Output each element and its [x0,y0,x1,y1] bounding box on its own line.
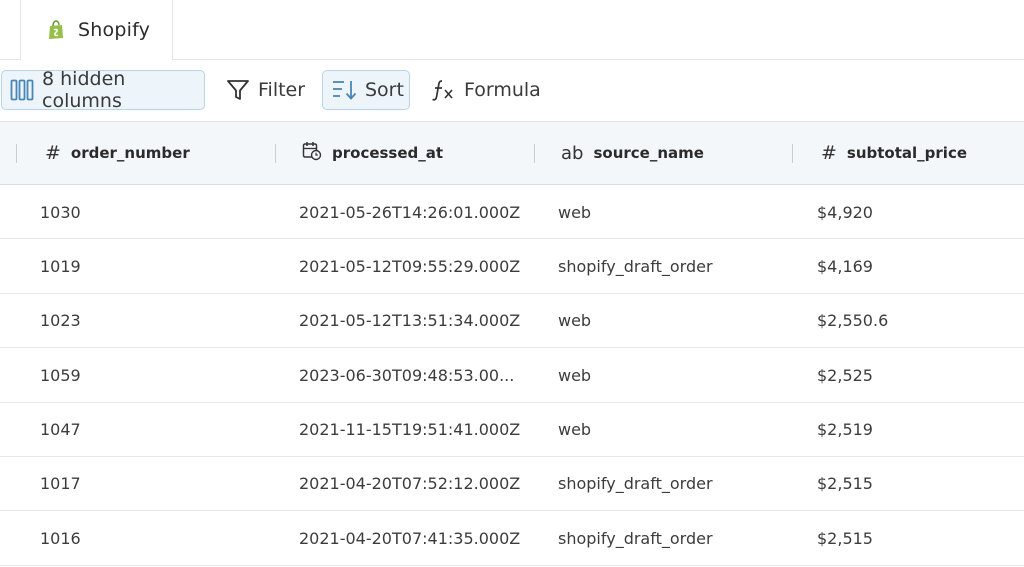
cell-order-number[interactable]: 1030 [40,185,81,239]
cell-processed-at[interactable]: 2023-06-30T09:48:53.00... [299,348,514,402]
table-row[interactable]: 1047 2021-11-15T19:51:41.000Z web $2,519 [0,403,1024,457]
hidden-columns-button[interactable]: 8 hidden columns [1,68,205,112]
filter-icon [226,78,250,102]
data-grid: # order_number processed_at ab source_na… [0,121,1024,566]
cell-source-name[interactable]: web [558,348,591,402]
cell-subtotal-price[interactable]: $2,525 [817,348,873,402]
table-row[interactable]: 1023 2021-05-12T13:51:34.000Z web $2,550… [0,294,1024,349]
table-row[interactable]: 1017 2021-04-20T07:52:12.000Z shopify_dr… [0,457,1024,512]
shopify-bag-icon [47,20,65,40]
table-row[interactable]: 1019 2021-05-12T09:55:29.000Z shopify_dr… [0,239,1024,294]
cell-order-number[interactable]: 1047 [40,403,81,457]
column-header-order-number[interactable]: # order_number [45,122,190,184]
column-header-processed-at[interactable]: processed_at [302,122,443,184]
columns-icon [10,79,34,101]
cell-order-number[interactable]: 1023 [40,294,81,348]
cell-order-number[interactable]: 1016 [40,511,81,565]
column-divider[interactable] [275,144,276,163]
cell-order-number[interactable]: 1059 [40,348,81,402]
table-row[interactable]: 1030 2021-05-26T14:26:01.000Z web $4,920 [0,185,1024,240]
sort-button[interactable]: Sort [322,70,410,110]
cell-subtotal-price[interactable]: $2,515 [817,457,873,511]
cell-subtotal-price[interactable]: $2,550.6 [817,294,888,348]
cell-processed-at[interactable]: 2021-11-15T19:51:41.000Z [299,403,520,457]
number-type-icon: # [45,142,61,164]
cell-source-name[interactable]: web [558,185,591,239]
column-header-label: subtotal_price [846,144,968,162]
cell-subtotal-price[interactable]: $2,515 [817,511,873,565]
number-type-icon: # [821,142,837,164]
cell-processed-at[interactable]: 2021-04-20T07:41:35.000Z [299,511,520,565]
column-header-label: processed_at [332,144,444,162]
cell-subtotal-price[interactable]: $4,169 [817,239,873,293]
filter-button[interactable]: Filter [217,70,314,110]
column-header-label: source_name [593,144,704,162]
tab-label: Shopify [78,19,151,41]
hidden-columns-label: 8 hidden columns [42,68,126,112]
column-divider[interactable] [16,144,17,163]
cell-order-number[interactable]: 1017 [40,457,81,511]
function-icon [430,78,456,102]
cell-processed-at[interactable]: 2021-05-12T09:55:29.000Z [299,239,520,293]
tab-bar: Shopify [0,0,1024,61]
grid-body: 1030 2021-05-26T14:26:01.000Z web $4,920… [0,185,1024,566]
cell-source-name[interactable]: shopify_draft_order [558,457,713,511]
cell-source-name[interactable]: shopify_draft_order [558,239,713,293]
column-header-source-name[interactable]: ab source_name [561,122,704,184]
cell-source-name[interactable]: web [558,403,591,457]
formula-label: Formula [464,79,541,101]
table-row[interactable]: 1059 2023-06-30T09:48:53.00... web $2,52… [0,348,1024,403]
cell-source-name[interactable]: shopify_draft_order [558,511,713,565]
cell-subtotal-price[interactable]: $4,920 [817,185,873,239]
grid-header: # order_number processed_at ab source_na… [0,121,1024,185]
cell-subtotal-price[interactable]: $2,519 [817,403,873,457]
sort-label: Sort [365,79,404,101]
sort-icon [331,79,357,101]
cell-processed-at[interactable]: 2021-04-20T07:52:12.000Z [299,457,520,511]
toolbar: 8 hidden columns Filter Sort Formula [0,61,1024,121]
table-row[interactable]: 1016 2021-04-20T07:41:35.000Z shopify_dr… [0,511,1024,566]
column-divider[interactable] [534,144,535,163]
cell-order-number[interactable]: 1019 [40,239,81,293]
calendar-clock-icon [302,141,322,165]
tab-shopify[interactable]: Shopify [20,0,173,61]
column-header-label: order_number [70,144,190,162]
cell-processed-at[interactable]: 2021-05-12T13:51:34.000Z [299,294,520,348]
column-divider[interactable] [792,144,793,163]
formula-button[interactable]: Formula [421,70,550,110]
column-header-subtotal-price[interactable]: # subtotal_price [821,122,967,184]
text-type-icon: ab [561,142,584,164]
cell-source-name[interactable]: web [558,294,591,348]
filter-label: Filter [258,79,306,101]
cell-processed-at[interactable]: 2021-05-26T14:26:01.000Z [299,185,520,239]
